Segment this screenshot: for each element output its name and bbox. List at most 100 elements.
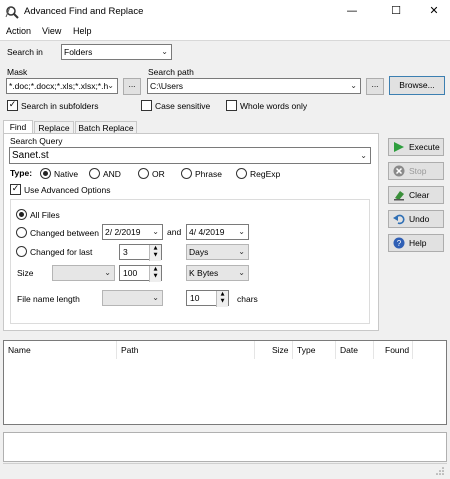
search-in-label: Search in [7,47,43,57]
chevron-down-icon: ⌄ [238,247,245,256]
search-path-label: Search path [148,67,194,77]
resize-grip-icon[interactable] [435,466,445,476]
close-button[interactable]: ✕ [414,0,450,24]
clear-button[interactable]: Clear [388,186,444,204]
size-unit-select[interactable]: K Bytes ⌄ [186,265,249,281]
search-query-label: Search Query [10,136,63,146]
menu-view[interactable]: View [42,26,61,36]
stop-button[interactable]: Stop [388,162,444,180]
changed-to-value: 4/ 4/2019 [189,227,225,237]
changed-for-last-value: 3 [123,247,128,257]
changed-from-date[interactable]: 2/ 2/2019 ⌄ [102,224,163,240]
column-header-path[interactable]: Path [121,345,139,355]
stepper-arrows-icon[interactable]: ▲ ▼ [149,266,161,282]
svg-text:?: ? [397,239,402,248]
size-value: 100 [123,268,138,278]
type-or-label: OR [152,169,165,179]
execute-label: Execute [409,142,440,152]
type-and-radio[interactable] [89,168,100,179]
changed-for-last-unit-select[interactable]: Days ⌄ [186,244,249,260]
stepper-arrows-icon[interactable]: ▲ ▼ [216,291,228,307]
tab-replace[interactable]: Replace [34,121,74,133]
mask-input[interactable]: *.doc;*.docx;*.xls;*.xlsx;*.h ⌄ [6,78,118,94]
chevron-down-icon: ⌄ [350,81,357,90]
chevron-down-icon: ⌄ [152,227,159,236]
type-label: Type: [10,168,33,178]
results-table[interactable] [3,340,447,425]
menu-help[interactable]: Help [73,26,92,36]
whole-words-label: Whole words only [240,101,308,111]
all-files-label: All Files [30,210,60,220]
type-regexp-radio[interactable] [236,168,247,179]
play-icon [394,142,404,152]
mask-browse-button[interactable]: ... [123,78,141,95]
search-in-subfolders-checkbox[interactable]: ✓ [7,100,18,111]
help-button[interactable]: ? Help [388,234,444,252]
undo-button[interactable]: Undo [388,210,444,228]
execute-button[interactable]: Execute [388,138,444,156]
chevron-down-icon: ⌄ [104,268,111,277]
type-or-radio[interactable] [138,168,149,179]
all-files-radio[interactable] [16,209,27,220]
chevron-down-icon: ⌄ [161,47,168,56]
chevron-down-icon: ⌄ [107,81,114,90]
changed-for-last-radio[interactable] [16,246,27,257]
search-path-browse-small-button[interactable]: ... [366,78,384,95]
column-separator [373,341,374,359]
changed-for-last-label: Changed for last [30,247,93,257]
column-separator [116,341,117,359]
column-header-size[interactable]: Size [272,345,289,355]
changed-to-date[interactable]: 4/ 4/2019 ⌄ [186,224,249,240]
type-phrase-radio[interactable] [181,168,192,179]
whole-words-checkbox[interactable] [226,100,237,111]
changed-between-radio[interactable] [16,227,27,238]
changed-for-last-stepper[interactable]: 3 ▲ ▼ [119,244,162,261]
column-header-name[interactable]: Name [8,345,31,355]
file-name-length-value: 10 [190,293,200,303]
search-path-value: C:\Users [150,81,184,91]
menu-action[interactable]: Action [6,26,31,36]
search-in-value: Folders [64,47,93,57]
column-header-date[interactable]: Date [340,345,358,355]
size-label: Size [17,268,34,278]
type-regexp-label: RegExp [250,169,281,179]
column-separator [412,341,413,359]
app-window: Advanced Find and Replace — ☐ ✕ Action V… [0,0,450,479]
column-header-found[interactable]: Found [385,345,409,355]
stop-label: Stop [409,166,427,176]
help-label: Help [409,238,427,248]
search-query-input[interactable]: Sanet.st ⌄ [9,147,371,164]
size-operator-select[interactable]: ⌄ [52,265,115,281]
chevron-down-icon: ⌄ [360,151,367,160]
stepper-arrows-icon[interactable]: ▲ ▼ [149,245,161,261]
search-query-value: Sanet.st [12,150,49,161]
chevron-down-icon: ⌄ [238,227,245,236]
tab-find[interactable]: Find [3,120,33,134]
browse-button[interactable]: Browse... [389,76,445,95]
maximize-button[interactable]: ☐ [376,0,416,24]
use-advanced-checkbox[interactable]: ✓ [10,184,21,195]
log-pane [3,432,447,462]
use-advanced-label: Use Advanced Options [24,185,111,195]
column-separator [335,341,336,359]
title-bar: Advanced Find and Replace — ☐ ✕ [0,0,450,24]
type-native-radio[interactable] [40,168,51,179]
status-bar [3,463,447,476]
tab-batch-replace[interactable]: Batch Replace [75,121,137,133]
stop-icon [393,165,405,177]
search-in-select[interactable]: Folders ⌄ [61,44,172,60]
window-title: Advanced Find and Replace [24,6,144,17]
search-in-subfolders-label: Search in subfolders [21,101,99,111]
size-stepper[interactable]: 100 ▲ ▼ [119,265,162,282]
case-sensitive-checkbox[interactable] [141,100,152,111]
file-name-length-operator-select[interactable]: ⌄ [102,290,163,306]
menu-bar: Action View Help [0,24,450,40]
column-header-type[interactable]: Type [297,345,315,355]
minimize-button[interactable]: — [332,0,372,24]
help-icon: ? [393,237,405,249]
search-path-input[interactable]: C:\Users ⌄ [147,78,361,94]
type-phrase-label: Phrase [195,169,222,179]
eraser-icon [394,191,404,201]
file-name-length-stepper[interactable]: 10 ▲ ▼ [186,290,229,307]
file-name-length-label: File name length [17,294,80,304]
